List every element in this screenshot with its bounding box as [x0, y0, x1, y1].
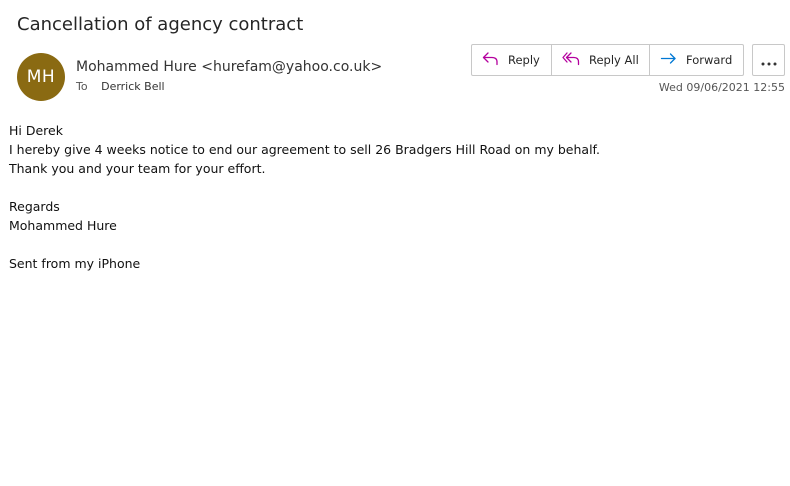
- forward-arrow-icon: [660, 52, 686, 68]
- recipient-name[interactable]: Derrick Bell: [101, 80, 165, 93]
- recipient-row: To Derrick Bell: [76, 80, 165, 93]
- reply-icon: [482, 51, 508, 69]
- message-timestamp: Wed 09/06/2021 12:55: [658, 81, 785, 94]
- body-line: Regards: [9, 199, 60, 214]
- avatar-initials: MH: [26, 67, 56, 87]
- forward-button[interactable]: Forward: [649, 45, 743, 75]
- more-actions-button[interactable]: [752, 44, 785, 76]
- message-actions: Reply Reply All Forward: [471, 44, 744, 76]
- reply-all-button[interactable]: Reply All: [551, 45, 649, 75]
- body-line: Sent from my iPhone: [9, 256, 141, 271]
- body-line: [9, 178, 600, 197]
- reply-all-label: Reply All: [589, 53, 639, 67]
- message-body: Hi Derek I hereby give 4 weeks notice to…: [9, 121, 600, 273]
- sender-avatar: MH: [17, 53, 65, 101]
- body-line: I hereby give 4 weeks notice to end our …: [9, 142, 601, 157]
- more-icon: [761, 51, 777, 70]
- forward-label: Forward: [686, 53, 733, 67]
- body-line: Hi Derek: [9, 123, 63, 138]
- to-label: To: [76, 80, 88, 93]
- email-subject: Cancellation of agency contract: [17, 14, 304, 35]
- reply-all-icon: [562, 51, 589, 69]
- body-line: [9, 235, 600, 254]
- reply-label: Reply: [508, 53, 540, 67]
- body-line: Thank you and your team for your effort.: [9, 161, 266, 176]
- sender-address[interactable]: Mohammed Hure <hurefam@yahoo.co.uk>: [76, 59, 382, 75]
- reply-button[interactable]: Reply: [472, 45, 551, 75]
- body-line: Mohammed Hure: [9, 218, 117, 233]
